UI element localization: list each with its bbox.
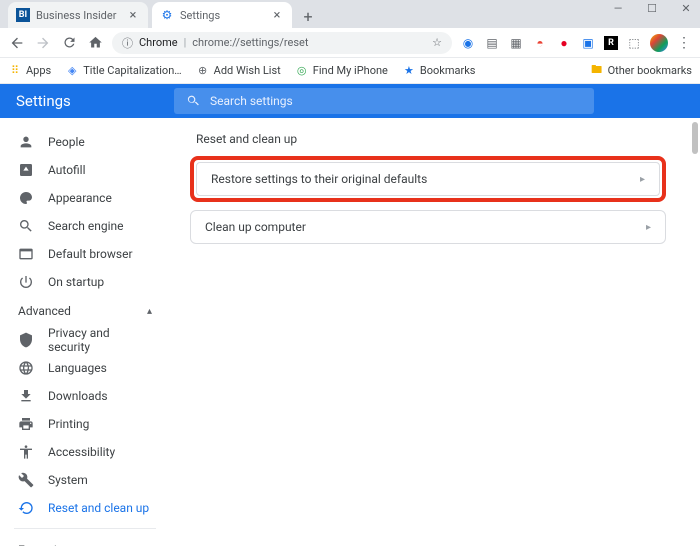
sidebar-item-downloads[interactable]: Downloads — [0, 382, 170, 410]
new-tab-button[interactable]: + — [296, 4, 320, 28]
search-icon — [18, 218, 34, 234]
scrollbar-thumb[interactable] — [692, 122, 698, 154]
sidebar-item-search-engine[interactable]: Search engine — [0, 212, 170, 240]
clean-up-computer-row[interactable]: Clean up computer ▸ — [190, 210, 666, 244]
gear-icon: ⚙ — [160, 8, 174, 22]
shield-icon — [18, 332, 34, 348]
forward-button[interactable] — [34, 34, 52, 52]
home-button[interactable] — [86, 34, 104, 52]
ext-icon-1[interactable]: ◉ — [460, 35, 476, 51]
browser-tab-settings[interactable]: ⚙ Settings × — [152, 2, 292, 28]
bookmark-icon: ◈ — [65, 64, 79, 78]
appearance-icon — [18, 190, 34, 206]
section-title: Reset and clean up — [196, 132, 666, 146]
sidebar-item-reset[interactable]: Reset and clean up — [0, 494, 170, 522]
divider — [14, 528, 156, 529]
sidebar-extensions[interactable]: Extensions ⧉ — [0, 535, 170, 546]
power-icon — [18, 274, 34, 290]
bookmark-item[interactable]: ⊕ Add Wish List — [196, 64, 281, 78]
chevron-right-icon: ▸ — [646, 222, 651, 233]
profile-avatar[interactable] — [650, 34, 668, 52]
tab-title: Settings — [180, 9, 270, 22]
ext-icon-6[interactable]: ▣ — [580, 35, 596, 51]
restore-settings-row[interactable]: Restore settings to their original defau… — [196, 162, 660, 196]
ext-icon-4[interactable]: ◓ — [532, 35, 548, 51]
page-title: Settings — [16, 92, 71, 110]
browser-tab-business-insider[interactable]: BI Business Insider × — [8, 2, 148, 28]
favicon-business-insider: BI — [16, 8, 30, 22]
search-icon — [186, 94, 200, 108]
settings-content: People Autofill Appearance Search engine… — [0, 118, 700, 546]
restore-icon — [18, 500, 34, 516]
browser-icon — [18, 246, 34, 262]
accessibility-icon — [18, 444, 34, 460]
search-placeholder: Search settings — [210, 94, 293, 108]
row-label: Clean up computer — [205, 220, 306, 234]
url-prefix: Chrome — [139, 36, 178, 49]
sidebar-item-appearance[interactable]: Appearance — [0, 184, 170, 212]
wrench-icon — [18, 472, 34, 488]
sidebar-item-people[interactable]: People — [0, 128, 170, 156]
bookmark-icon: ⊕ — [196, 64, 210, 78]
chevron-right-icon: ▸ — [640, 174, 645, 185]
bookmark-icon: ◎ — [295, 64, 309, 78]
toolbar-extensions: ◉ ▤ ▦ ◓ ● ▣ R ⬚ ⋮ — [460, 34, 692, 52]
bookmark-item[interactable]: ◎ Find My iPhone — [295, 64, 388, 78]
sidebar-item-system[interactable]: System — [0, 466, 170, 494]
ext-icon-8[interactable]: ⬚ — [626, 35, 642, 51]
sidebar-item-printing[interactable]: Printing — [0, 410, 170, 438]
folder-icon: 🖿 — [590, 64, 604, 78]
browser-titlebar: BI Business Insider × ⚙ Settings × + — ☐… — [0, 0, 700, 28]
sidebar-item-default-browser[interactable]: Default browser — [0, 240, 170, 268]
apps-shortcut[interactable]: ⠿ Apps — [8, 64, 51, 78]
person-icon — [18, 134, 34, 150]
other-bookmarks[interactable]: 🖿 Other bookmarks — [590, 64, 692, 78]
settings-sidebar: People Autofill Appearance Search engine… — [0, 118, 170, 546]
sidebar-item-autofill[interactable]: Autofill — [0, 156, 170, 184]
window-controls: — ☐ ✕ — [608, 2, 696, 15]
close-icon[interactable]: × — [126, 8, 140, 22]
ext-icon-2[interactable]: ▤ — [484, 35, 500, 51]
annotation-highlight: Restore settings to their original defau… — [190, 156, 666, 202]
settings-main: Reset and clean up Restore settings to t… — [170, 118, 700, 546]
bookmark-item[interactable]: ◈ Title Capitalization… — [65, 64, 181, 78]
close-icon[interactable]: × — [270, 8, 284, 22]
browser-toolbar: ⓘ Chrome | chrome://settings/reset ☆ ◉ ▤… — [0, 28, 700, 58]
address-bar[interactable]: ⓘ Chrome | chrome://settings/reset ☆ — [112, 32, 452, 54]
search-settings-input[interactable]: Search settings — [174, 88, 594, 114]
minimize-button[interactable]: — — [608, 2, 628, 15]
print-icon — [18, 416, 34, 432]
site-info-icon[interactable]: ⓘ — [122, 35, 133, 51]
chevron-up-icon: ▴ — [147, 306, 152, 317]
back-button[interactable] — [8, 34, 26, 52]
ext-icon-pinterest[interactable]: ● — [556, 35, 572, 51]
bookmarks-bar: ⠿ Apps ◈ Title Capitalization… ⊕ Add Wis… — [0, 58, 700, 84]
sidebar-item-accessibility[interactable]: Accessibility — [0, 438, 170, 466]
ext-icon-3[interactable]: ▦ — [508, 35, 524, 51]
url-text: chrome://settings/reset — [192, 36, 426, 49]
autofill-icon — [18, 162, 34, 178]
maximize-button[interactable]: ☐ — [642, 2, 662, 15]
close-window-button[interactable]: ✕ — [676, 2, 696, 15]
sidebar-advanced-toggle[interactable]: Advanced ▴ — [0, 296, 170, 326]
download-icon — [18, 388, 34, 404]
menu-button[interactable]: ⋮ — [676, 35, 692, 51]
sidebar-item-languages[interactable]: Languages — [0, 354, 170, 382]
ext-icon-7[interactable]: R — [604, 36, 618, 50]
row-label: Restore settings to their original defau… — [211, 172, 427, 186]
star-icon: ★ — [402, 64, 416, 78]
apps-icon: ⠿ — [8, 64, 22, 78]
settings-header: Settings Search settings — [0, 84, 700, 118]
globe-icon — [18, 360, 34, 376]
sidebar-item-privacy[interactable]: Privacy and security — [0, 326, 170, 354]
star-icon[interactable]: ☆ — [432, 36, 442, 49]
tab-title: Business Insider — [36, 9, 126, 22]
sidebar-item-on-startup[interactable]: On startup — [0, 268, 170, 296]
bookmark-item[interactable]: ★ Bookmarks — [402, 64, 476, 78]
reload-button[interactable] — [60, 34, 78, 52]
